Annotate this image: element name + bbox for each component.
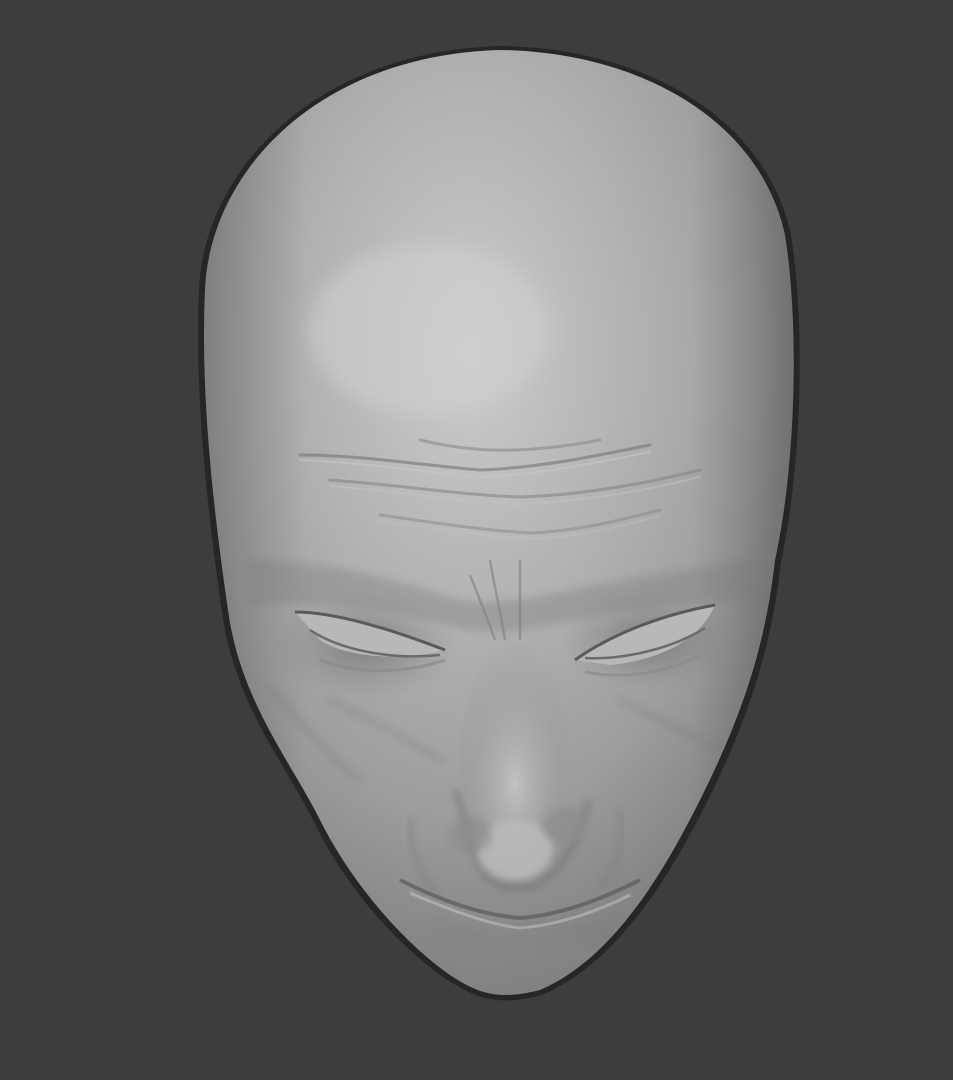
sculpted-head-model[interactable] bbox=[0, 0, 953, 1080]
forehead-highlight bbox=[310, 245, 550, 415]
right-nostril bbox=[543, 807, 587, 843]
3d-viewport[interactable] bbox=[0, 0, 953, 1080]
left-nostril bbox=[448, 817, 492, 853]
